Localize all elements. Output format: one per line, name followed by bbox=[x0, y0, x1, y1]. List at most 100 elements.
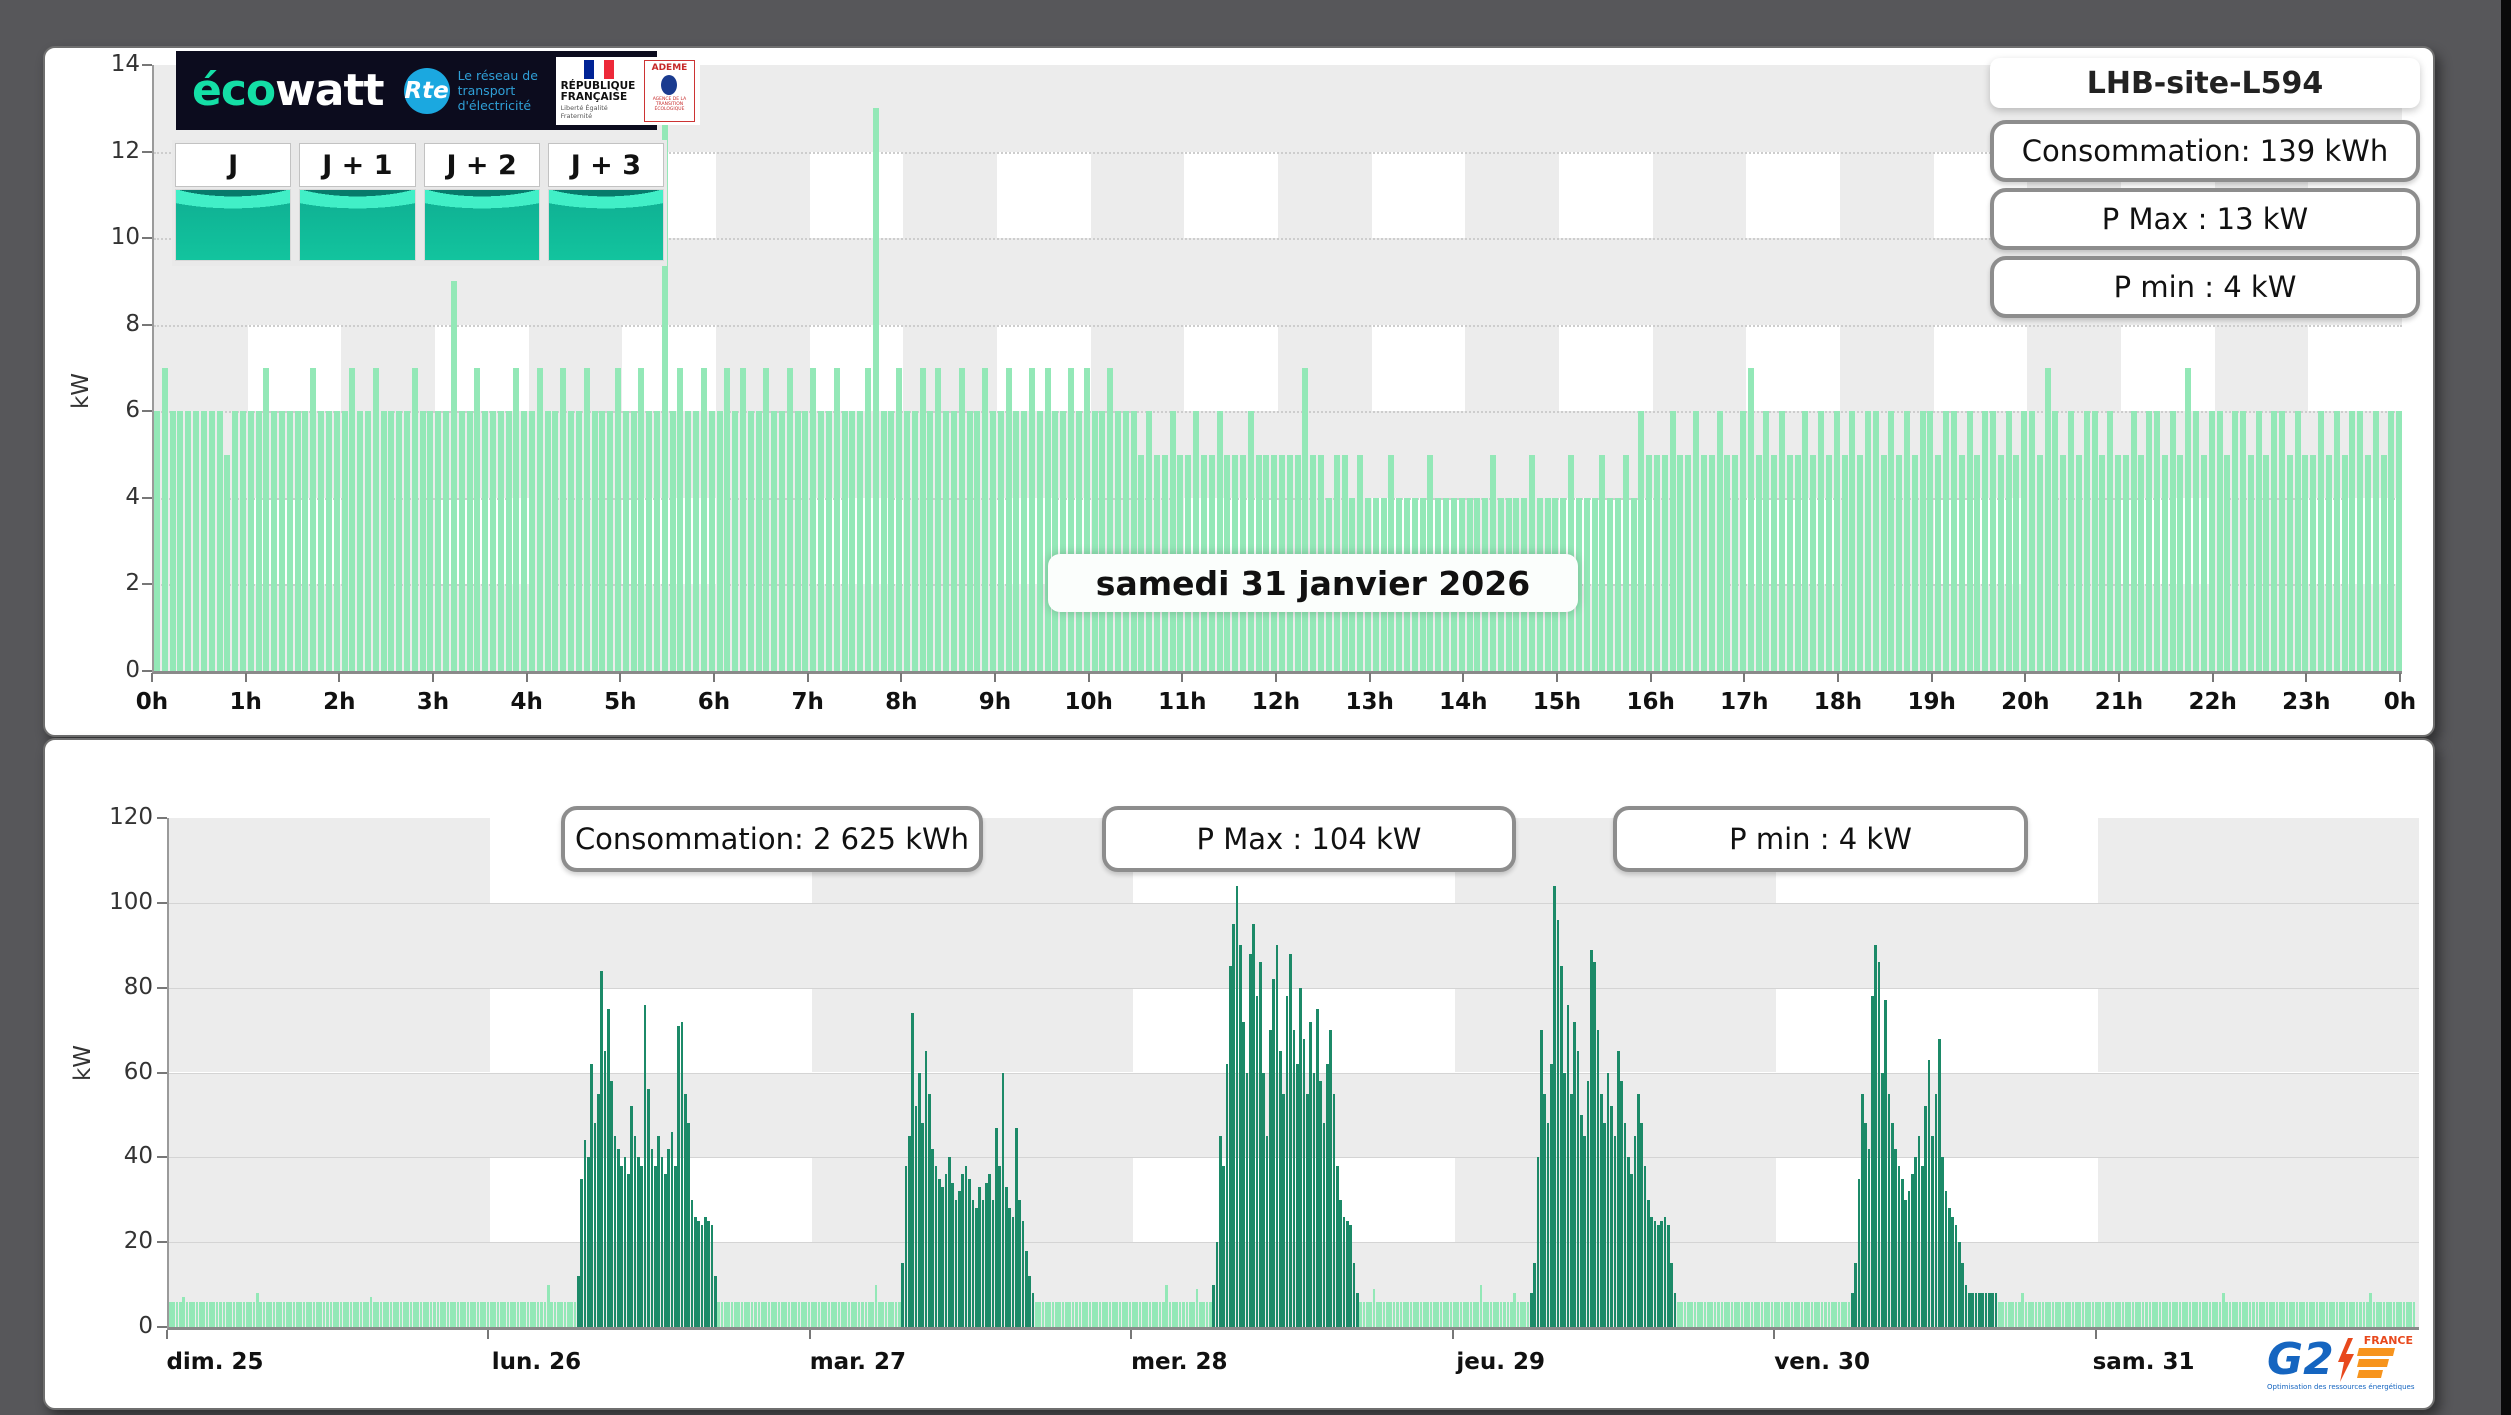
bar-15min-baseline bbox=[1513, 1293, 1516, 1327]
bar-5min bbox=[1099, 411, 1106, 671]
bar-15min-baseline bbox=[1677, 1301, 1680, 1327]
ademe-logo: ADEME AGENCE DE LA TRANSITION ÉCOLOGIQUE bbox=[643, 59, 696, 122]
bar-5min bbox=[1857, 454, 1864, 671]
bar-15min-baseline bbox=[1493, 1301, 1496, 1327]
day-tab-j2[interactable]: J + 2 bbox=[423, 143, 540, 261]
bar-15min-baseline bbox=[493, 1301, 496, 1327]
bar-5min bbox=[1068, 368, 1075, 671]
bar-15min-baseline bbox=[851, 1301, 854, 1327]
bar-5min bbox=[232, 411, 239, 671]
y-tick-mark bbox=[142, 323, 152, 326]
bar-15min-baseline bbox=[2405, 1301, 2409, 1327]
bar-15min-process bbox=[593, 1123, 597, 1327]
bar-15min-baseline bbox=[1442, 1301, 1446, 1327]
y-tick-mark bbox=[157, 986, 167, 989]
x-day-label: jeu. 29 bbox=[1456, 1349, 1546, 1375]
bar-15min-baseline bbox=[2014, 1301, 2018, 1327]
bar-15min-baseline bbox=[1509, 1301, 1513, 1327]
bar-5min bbox=[1872, 411, 1879, 671]
bar-15min-process bbox=[1988, 1293, 1991, 1327]
bar-15min-baseline bbox=[2402, 1301, 2406, 1327]
bar-15min-baseline bbox=[2389, 1301, 2392, 1327]
x-tick-mark bbox=[1649, 673, 1652, 682]
bar-5min bbox=[2099, 454, 2106, 671]
bar-15min-process bbox=[1633, 1136, 1637, 1327]
bar-15min-baseline bbox=[2222, 1293, 2225, 1327]
y-tick-mark bbox=[142, 670, 152, 672]
bar-5min bbox=[177, 411, 184, 671]
bar-15min-baseline bbox=[1152, 1301, 1155, 1327]
ecowatt-signal-image bbox=[423, 189, 540, 261]
bar-15min-process bbox=[580, 1178, 583, 1327]
bar-5min bbox=[630, 411, 637, 671]
bar-5min bbox=[529, 411, 536, 671]
bar-15min-baseline bbox=[262, 1301, 266, 1327]
bar-5min bbox=[864, 368, 871, 671]
bar-15min-process bbox=[667, 1148, 670, 1327]
bar-15min-process bbox=[610, 1080, 614, 1327]
bar-15min-baseline bbox=[2332, 1301, 2336, 1327]
bar-15min-baseline bbox=[533, 1301, 537, 1327]
bar-15min-baseline bbox=[409, 1301, 413, 1327]
bar-15min-baseline bbox=[760, 1301, 764, 1327]
bar-15min-baseline bbox=[2084, 1301, 2088, 1327]
x-day-label: mer. 28 bbox=[1131, 1349, 1228, 1375]
bar-15min-baseline bbox=[1369, 1301, 1373, 1327]
bar-15min-baseline bbox=[2385, 1301, 2389, 1327]
x-tick-label: 12h bbox=[1251, 689, 1301, 715]
bar-5min bbox=[2349, 411, 2356, 671]
bar-5min bbox=[1896, 454, 1903, 671]
bar-15min-baseline bbox=[774, 1301, 777, 1327]
bar-5min bbox=[982, 368, 989, 671]
bar-5min bbox=[1654, 454, 1661, 671]
bar-15min-baseline bbox=[1078, 1301, 1082, 1327]
bar-15min-baseline bbox=[1784, 1301, 1787, 1327]
x-tick-mark bbox=[900, 673, 903, 682]
bar-15min-process bbox=[954, 1199, 958, 1327]
bar-15min-baseline bbox=[2064, 1301, 2068, 1327]
bar-5min bbox=[357, 411, 364, 671]
x-tick-label: 17h bbox=[1720, 689, 1769, 715]
bar-5min bbox=[1091, 411, 1098, 671]
bar-15min-baseline bbox=[1111, 1301, 1115, 1327]
bar-15min-baseline bbox=[1372, 1288, 1376, 1327]
bar-15min-process bbox=[1553, 885, 1556, 1327]
day-tab-j[interactable]: J bbox=[175, 143, 292, 261]
bar-15min-baseline bbox=[1499, 1301, 1503, 1327]
bar-15min-baseline bbox=[419, 1301, 423, 1327]
bar-15min-baseline bbox=[1429, 1301, 1433, 1327]
ademe-globe-icon bbox=[661, 74, 678, 95]
bar-15min-process bbox=[1325, 1064, 1329, 1327]
day-tab-label: J + 2 bbox=[423, 143, 540, 187]
x-day-label: mar. 27 bbox=[809, 1349, 906, 1375]
day-tab-j3[interactable]: J + 3 bbox=[547, 143, 664, 261]
bar-15min-baseline bbox=[2048, 1301, 2051, 1327]
bar-15min-baseline bbox=[891, 1301, 894, 1327]
y-tick-label: 2 bbox=[125, 570, 140, 597]
bar-15min-process bbox=[1021, 1220, 1025, 1327]
bar-15min-baseline bbox=[1202, 1301, 1205, 1327]
bar-15min-process bbox=[1315, 1008, 1319, 1327]
bar-15min-process bbox=[1349, 1225, 1352, 1327]
bar-15min-baseline bbox=[235, 1301, 239, 1327]
bar-15min-baseline bbox=[2041, 1301, 2045, 1327]
bar-15min-baseline bbox=[1446, 1301, 1449, 1327]
bar-15min-baseline bbox=[510, 1301, 513, 1327]
bar-15min-process bbox=[1563, 1072, 1566, 1327]
bar-15min-process bbox=[1934, 1093, 1938, 1327]
day-tab-j1[interactable]: J + 1 bbox=[299, 143, 416, 261]
bar-5min bbox=[200, 411, 207, 671]
bar-15min-baseline bbox=[1807, 1301, 1811, 1327]
bar-15min-process bbox=[944, 1174, 948, 1327]
lightning-bolt-icon bbox=[2337, 1338, 2354, 1382]
bar-15min-baseline bbox=[1523, 1301, 1526, 1327]
bar-15min-baseline bbox=[1108, 1301, 1112, 1327]
bar-15min-process bbox=[1259, 962, 1262, 1327]
bar-15min-baseline bbox=[727, 1301, 731, 1327]
bar-5min bbox=[310, 368, 317, 671]
bar-15min-baseline bbox=[1098, 1301, 1102, 1327]
bar-15min-baseline bbox=[316, 1301, 319, 1327]
bar-15min-baseline bbox=[2058, 1301, 2061, 1327]
bar-15min-process bbox=[1305, 1093, 1309, 1327]
bar-15min-baseline bbox=[393, 1301, 396, 1327]
